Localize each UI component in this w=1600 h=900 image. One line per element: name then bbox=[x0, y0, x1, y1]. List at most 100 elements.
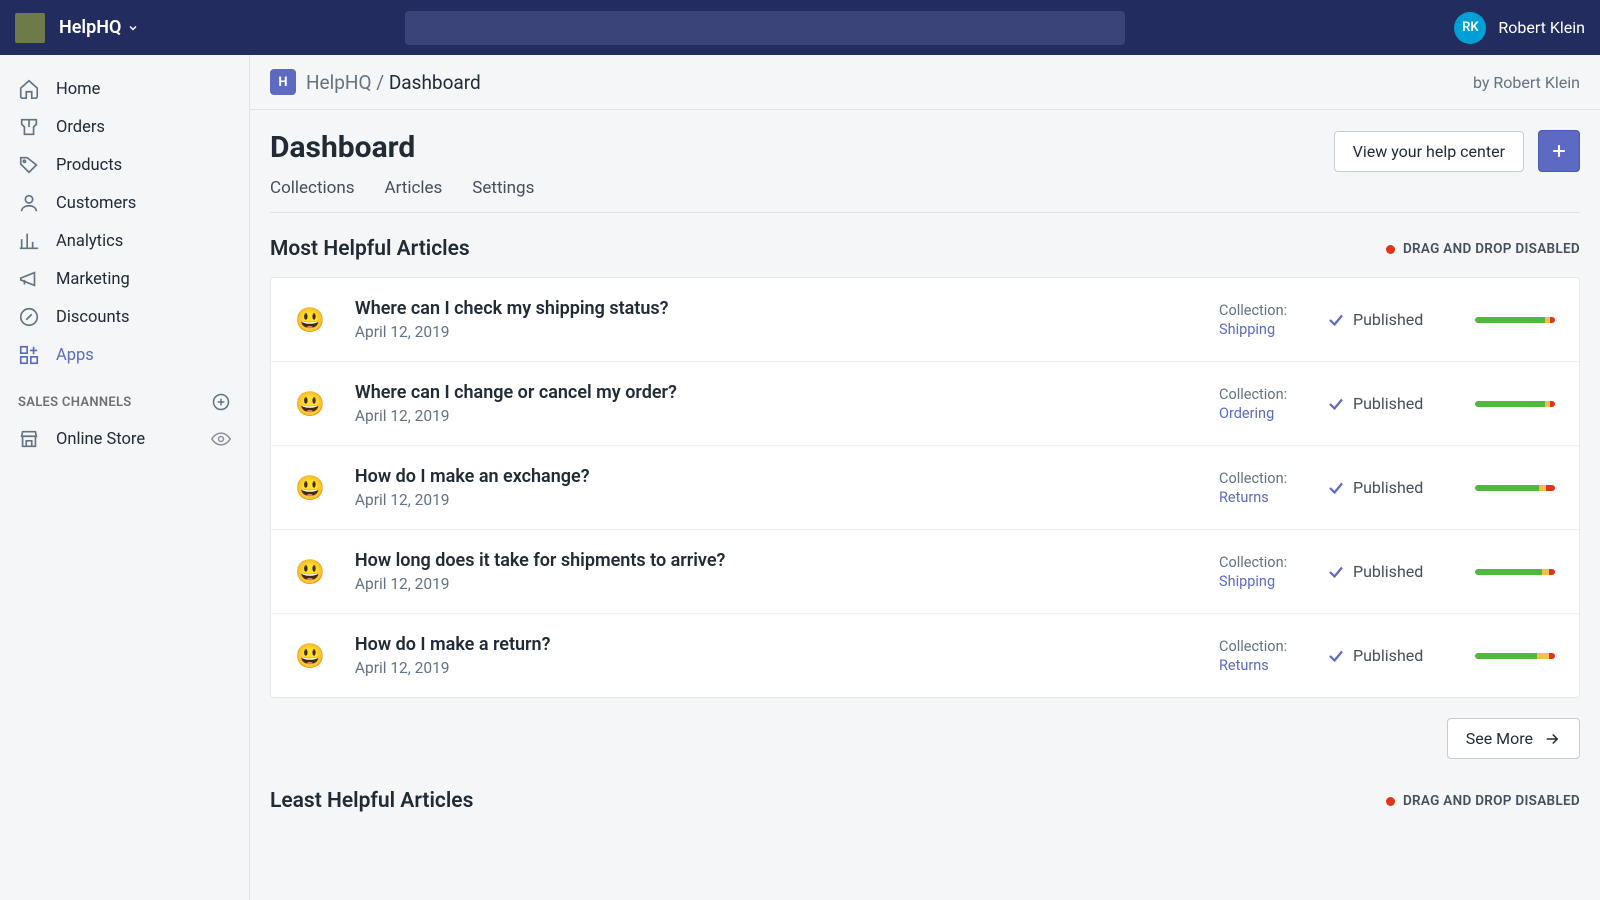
avatar[interactable]: RK bbox=[1454, 12, 1486, 44]
rating-bar bbox=[1475, 653, 1555, 659]
add-button[interactable] bbox=[1538, 130, 1580, 172]
collection-label: Collection: bbox=[1219, 554, 1309, 571]
status-label: Published bbox=[1353, 646, 1423, 665]
app-selector-label: HelpHQ bbox=[59, 17, 121, 38]
article-row[interactable]: 😃 How do I make a return? April 12, 2019… bbox=[271, 614, 1579, 697]
app-badge: H bbox=[270, 69, 296, 95]
app-selector[interactable]: HelpHQ bbox=[59, 17, 139, 38]
sidebar-item-analytics[interactable]: Analytics bbox=[0, 222, 249, 260]
collection-link[interactable]: Shipping bbox=[1219, 321, 1309, 338]
collection-link[interactable]: Shipping bbox=[1219, 573, 1309, 590]
article-date: April 12, 2019 bbox=[355, 575, 1219, 593]
collection-col: Collection: Shipping bbox=[1219, 554, 1309, 590]
plus-circle-icon[interactable] bbox=[211, 392, 231, 412]
sidebar-item-products[interactable]: Products bbox=[0, 146, 249, 184]
article-title: Where can I check my shipping status? bbox=[355, 298, 1219, 319]
view-help-center-button[interactable]: View your help center bbox=[1334, 131, 1524, 172]
sidebar-item-discounts[interactable]: Discounts bbox=[0, 298, 249, 336]
status-label: Published bbox=[1353, 562, 1423, 581]
sidebar-item-online-store[interactable]: Online Store bbox=[0, 420, 249, 458]
article-row[interactable]: 😃 Where can I check my shipping status? … bbox=[271, 278, 1579, 362]
user-name[interactable]: Robert Klein bbox=[1498, 18, 1585, 37]
sidebar-item-label: Analytics bbox=[56, 232, 123, 251]
article-info: How do I make an exchange? April 12, 201… bbox=[355, 466, 1219, 509]
byline: by Robert Klein bbox=[1473, 73, 1580, 92]
status-label: Published bbox=[1353, 394, 1423, 413]
page-title: Dashboard bbox=[270, 130, 415, 165]
main: H HelpHQ / Dashboard by Robert Klein Das… bbox=[250, 55, 1600, 900]
check-icon bbox=[1327, 395, 1345, 413]
check-icon bbox=[1327, 647, 1345, 665]
section-title: Most Helpful Articles bbox=[270, 237, 470, 261]
breadcrumb-app[interactable]: HelpHQ bbox=[306, 71, 372, 94]
article-row[interactable]: 😃 How long does it take for shipments to… bbox=[271, 530, 1579, 614]
search-bar[interactable] bbox=[405, 11, 1125, 45]
app-header: H HelpHQ / Dashboard by Robert Klein bbox=[250, 55, 1600, 110]
drag-disabled-badge: DRAG AND DROP DISABLED bbox=[1386, 241, 1580, 257]
title-actions: View your help center bbox=[1334, 130, 1580, 172]
sidebar: Home Orders Products Customers Analytics… bbox=[0, 55, 250, 900]
collection-link[interactable]: Returns bbox=[1219, 489, 1309, 506]
smile-icon: 😃 bbox=[295, 306, 325, 334]
see-more-row: See More bbox=[270, 718, 1580, 759]
sidebar-item-label: Online Store bbox=[56, 430, 145, 449]
tabs: Collections Articles Settings bbox=[270, 178, 1580, 213]
sidebar-section-label: SALES CHANNELS bbox=[18, 395, 132, 410]
status-label: Published bbox=[1353, 478, 1423, 497]
store-icon bbox=[18, 428, 40, 450]
see-more-label: See More bbox=[1466, 729, 1533, 748]
collection-col: Collection: Ordering bbox=[1219, 386, 1309, 422]
rating-bar bbox=[1475, 485, 1555, 491]
status-col: Published bbox=[1327, 394, 1457, 413]
smile-icon: 😃 bbox=[295, 642, 325, 670]
arrow-right-icon bbox=[1543, 730, 1561, 748]
tab-settings[interactable]: Settings bbox=[472, 178, 534, 198]
rating-bar bbox=[1475, 569, 1555, 575]
status-col: Published bbox=[1327, 310, 1457, 329]
check-icon bbox=[1327, 563, 1345, 581]
tab-collections[interactable]: Collections bbox=[270, 178, 355, 198]
status-col: Published bbox=[1327, 478, 1457, 497]
article-row[interactable]: 😃 Where can I change or cancel my order?… bbox=[271, 362, 1579, 446]
article-title: Where can I change or cancel my order? bbox=[355, 382, 1219, 403]
topbar-right: RK Robert Klein bbox=[1454, 12, 1585, 44]
smile-icon: 😃 bbox=[295, 474, 325, 502]
article-title: How do I make an exchange? bbox=[355, 466, 1219, 487]
sidebar-item-customers[interactable]: Customers bbox=[0, 184, 249, 222]
tag-icon bbox=[18, 154, 40, 176]
sidebar-item-label: Home bbox=[56, 80, 100, 99]
sidebar-item-apps[interactable]: Apps bbox=[0, 336, 249, 374]
article-title: How long does it take for shipments to a… bbox=[355, 550, 1219, 571]
chevron-down-icon bbox=[127, 22, 139, 34]
article-title: How do I make a return? bbox=[355, 634, 1219, 655]
sidebar-item-home[interactable]: Home bbox=[0, 70, 249, 108]
status-col: Published bbox=[1327, 562, 1457, 581]
eye-icon[interactable] bbox=[211, 429, 231, 449]
title-row: Dashboard View your help center bbox=[270, 130, 1580, 172]
person-icon bbox=[18, 192, 40, 214]
drag-badge-text: DRAG AND DROP DISABLED bbox=[1403, 241, 1580, 257]
collection-label: Collection: bbox=[1219, 638, 1309, 655]
sidebar-item-label: Discounts bbox=[56, 308, 130, 327]
tab-articles[interactable]: Articles bbox=[385, 178, 443, 198]
see-more-button[interactable]: See More bbox=[1447, 718, 1580, 759]
article-row[interactable]: 😃 How do I make an exchange? April 12, 2… bbox=[271, 446, 1579, 530]
home-icon bbox=[18, 78, 40, 100]
drag-badge-text: DRAG AND DROP DISABLED bbox=[1403, 793, 1580, 809]
smile-icon: 😃 bbox=[295, 390, 325, 418]
sidebar-item-orders[interactable]: Orders bbox=[0, 108, 249, 146]
sidebar-item-marketing[interactable]: Marketing bbox=[0, 260, 249, 298]
collection-label: Collection: bbox=[1219, 302, 1309, 319]
article-date: April 12, 2019 bbox=[355, 659, 1219, 677]
red-dot-icon bbox=[1386, 797, 1395, 806]
topbar: HelpHQ RK Robert Klein bbox=[0, 0, 1600, 55]
red-dot-icon bbox=[1386, 245, 1395, 254]
status-col: Published bbox=[1327, 646, 1457, 665]
check-icon bbox=[1327, 311, 1345, 329]
collection-link[interactable]: Ordering bbox=[1219, 405, 1309, 422]
byline-prefix: by bbox=[1473, 73, 1493, 92]
collection-link[interactable]: Returns bbox=[1219, 657, 1309, 674]
collection-label: Collection: bbox=[1219, 386, 1309, 403]
megaphone-icon bbox=[18, 268, 40, 290]
byline-name: Robert Klein bbox=[1493, 73, 1580, 92]
